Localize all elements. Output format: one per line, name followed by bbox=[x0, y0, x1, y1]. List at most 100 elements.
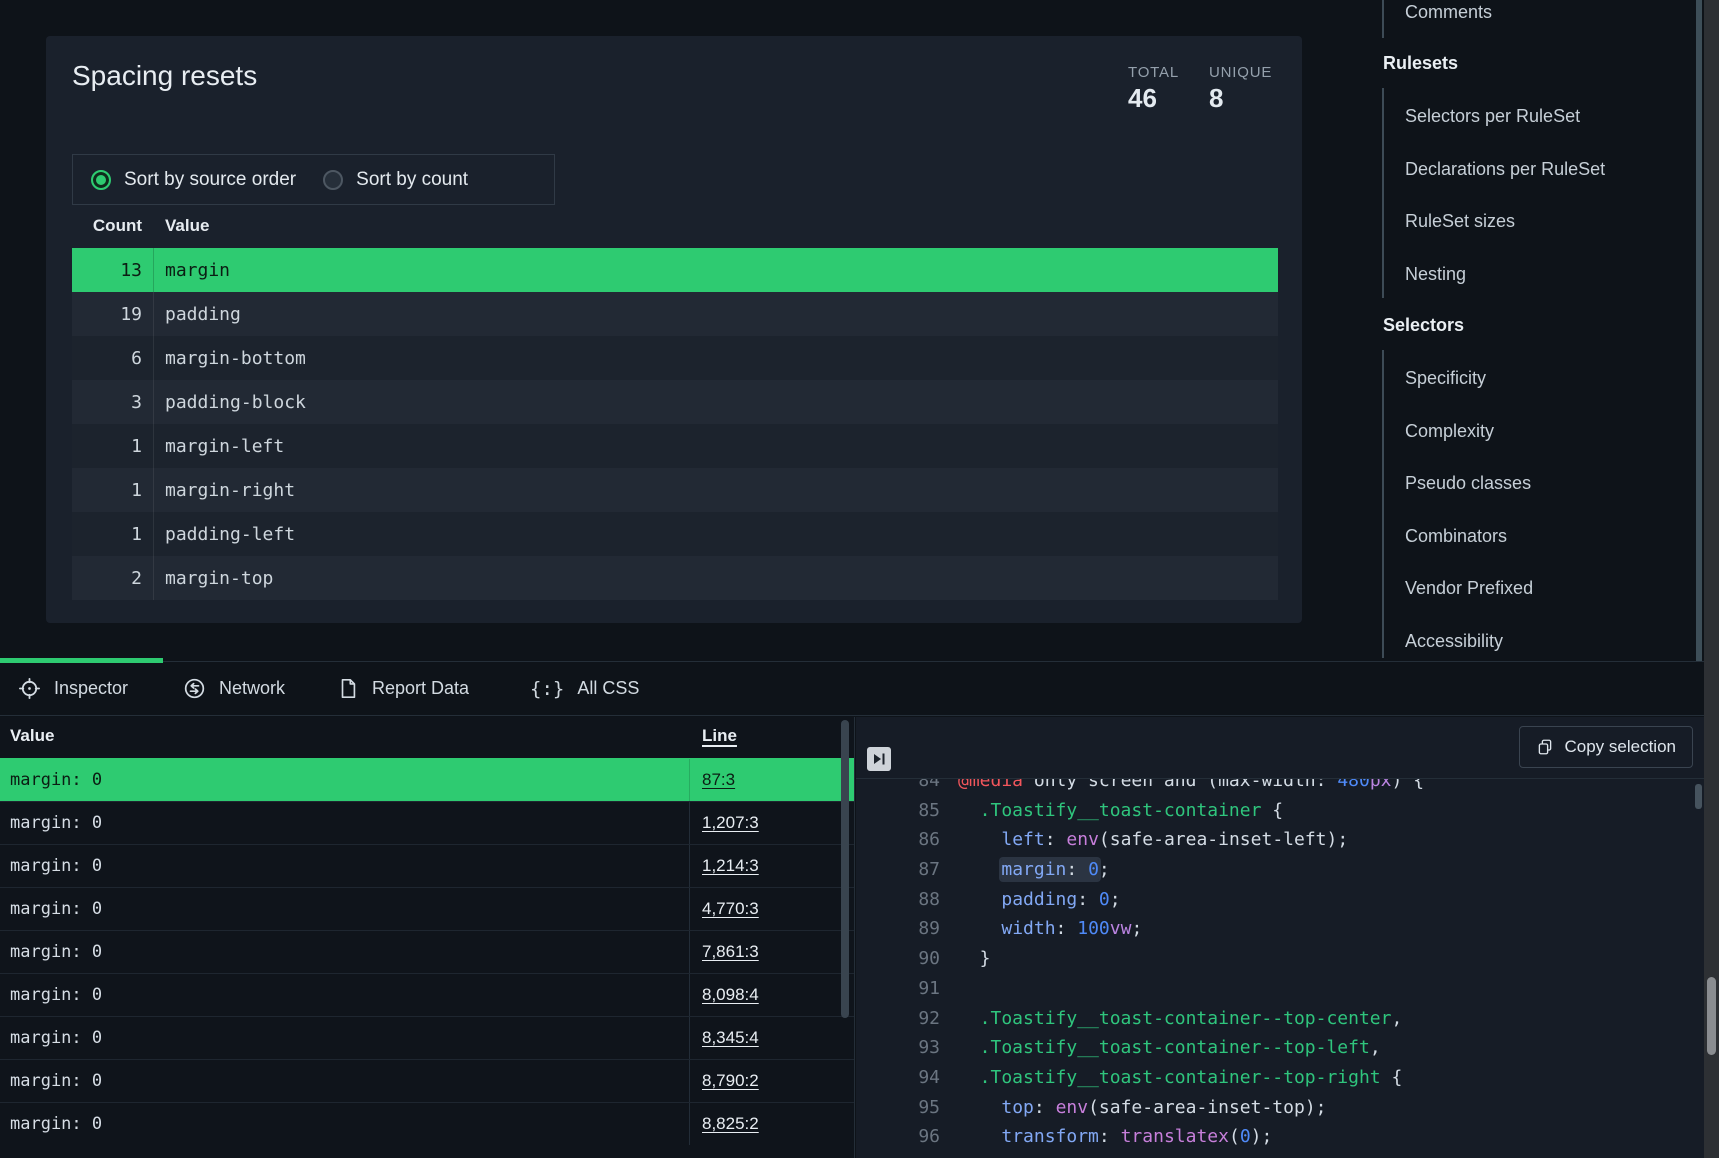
sidebar-item-vendor-prefixed[interactable]: Vendor Prefixed bbox=[1405, 576, 1533, 600]
inspector-row[interactable]: margin: 08,790:2 bbox=[0, 1059, 854, 1102]
braces-icon: {:} bbox=[530, 678, 564, 700]
line-number: 87 bbox=[856, 855, 940, 885]
sidebar-item-declarations-per-ruleset[interactable]: Declarations per RuleSet bbox=[1405, 157, 1605, 181]
table-row[interactable]: 6margin-bottom bbox=[72, 336, 1278, 380]
network-icon bbox=[183, 677, 206, 700]
line-number: 92 bbox=[856, 1004, 940, 1034]
inspector-row[interactable]: margin: 01,214:3 bbox=[0, 844, 854, 887]
declaration-text: margin: 0 bbox=[10, 1103, 102, 1145]
stat-unique-value: 8 bbox=[1209, 83, 1272, 114]
inspector-row[interactable]: margin: 0 8,345:4 bbox=[0, 1016, 854, 1059]
line-link[interactable]: 8,345:4 bbox=[702, 1028, 759, 1048]
sidebar-item-ruleset-sizes[interactable]: RuleSet sizes bbox=[1405, 209, 1515, 233]
code-line: 90 } bbox=[856, 944, 1719, 974]
sort-by-source-order-label: Sort by source order bbox=[124, 169, 296, 191]
inspector-results-panel: Value Line margin: 087:3margin: 01,207:3… bbox=[0, 717, 855, 1158]
declaration-text: margin: 0 bbox=[10, 759, 102, 801]
code-line: 93 .Toastify__toast-container--top-left, bbox=[856, 1033, 1719, 1063]
app-root: Spacing resets TOTAL 46 UNIQUE 8 Sort by… bbox=[0, 0, 1719, 1158]
line-cell: 8,790:2 bbox=[689, 1060, 759, 1102]
table-row[interactable]: 3padding-block bbox=[72, 380, 1278, 424]
inspector-scrollbar[interactable] bbox=[841, 720, 849, 1018]
line-cell: 87:3 bbox=[689, 759, 735, 801]
table-row[interactable]: 2 margin-top bbox=[72, 556, 1278, 600]
table-row[interactable]: 1 margin-right bbox=[72, 468, 1278, 512]
line-link[interactable]: 1,207:3 bbox=[702, 813, 759, 833]
sort-by-count-option[interactable]: Sort by count bbox=[323, 169, 468, 191]
expand-panel-icon[interactable] bbox=[867, 747, 891, 771]
row-count: 1 bbox=[72, 480, 142, 501]
code-line: 91 bbox=[856, 974, 1719, 1004]
sidebar-item-complexity[interactable]: Complexity bbox=[1405, 419, 1494, 443]
inspector-row[interactable]: margin: 04,770:3 bbox=[0, 887, 854, 930]
inspector-row[interactable]: margin: 08,098:4 bbox=[0, 973, 854, 1016]
tab-inspector[interactable]: Inspector bbox=[18, 662, 128, 715]
radio-icon[interactable] bbox=[323, 170, 343, 190]
tab-network[interactable]: Network bbox=[183, 662, 285, 715]
inspector-row[interactable]: margin: 0 8,825:2 bbox=[0, 1102, 854, 1145]
inspector-row[interactable]: margin: 01,207:3 bbox=[0, 801, 854, 844]
radio-icon[interactable] bbox=[91, 170, 111, 190]
code-scroll-area[interactable]: 84@media only screen and (max-width: 480… bbox=[856, 779, 1719, 1158]
code-line: 84@media only screen and (max-width: 480… bbox=[856, 779, 1719, 796]
code-text: margin: 0; bbox=[940, 855, 1110, 885]
inspector-row[interactable]: margin: 07,861:3 bbox=[0, 930, 854, 973]
code-line: 96 transform: translatex(0); bbox=[856, 1122, 1719, 1152]
inspector-table-header: Value Line bbox=[0, 717, 854, 758]
line-link[interactable]: 87:3 bbox=[702, 770, 735, 790]
table-row[interactable]: 13margin bbox=[72, 248, 1278, 292]
table-row[interactable]: 19padding bbox=[72, 292, 1278, 336]
code-text: .Toastify__toast-container--top-left, bbox=[940, 1033, 1381, 1063]
table-row[interactable]: 1padding-left bbox=[72, 512, 1278, 556]
tab-report-data[interactable]: Report Data bbox=[337, 662, 469, 715]
bottom-panel-tabbar: InspectorNetworkReport Data{:}All CSS ✕ bbox=[0, 661, 1719, 716]
sidebar-item-pseudo-classes[interactable]: Pseudo classes bbox=[1405, 471, 1531, 495]
stat-unique: UNIQUE 8 bbox=[1209, 64, 1272, 114]
line-link[interactable]: 8,790:2 bbox=[702, 1071, 759, 1091]
line-link[interactable]: 4,770:3 bbox=[702, 899, 759, 919]
sidebar-item-nesting[interactable]: Nesting bbox=[1405, 262, 1466, 286]
code-text: padding: 0; bbox=[940, 885, 1121, 915]
line-link[interactable]: 7,861:3 bbox=[702, 942, 759, 962]
line-number: 93 bbox=[856, 1033, 940, 1063]
line-number: 89 bbox=[856, 914, 940, 944]
sidebar-section-selectors: Selectors bbox=[1383, 312, 1464, 338]
line-link[interactable]: 8,098:4 bbox=[702, 985, 759, 1005]
sidebar-item-specificity[interactable]: Specificity bbox=[1405, 366, 1486, 390]
sidebar-item-comments[interactable]: Comments bbox=[1405, 0, 1492, 24]
code-text: .Toastify__toast-container { bbox=[940, 796, 1283, 826]
row-value: padding bbox=[154, 304, 241, 325]
sidebar-item-accessibility[interactable]: Accessibility bbox=[1405, 629, 1503, 653]
sidebar-item-combinators[interactable]: Combinators bbox=[1405, 524, 1507, 548]
code-line: 89 width: 100vw; bbox=[856, 914, 1719, 944]
count-column-header: Count bbox=[72, 216, 142, 236]
inspector-line-header[interactable]: Line bbox=[702, 726, 737, 746]
row-count: 2 bbox=[72, 568, 142, 589]
row-count: 13 bbox=[72, 260, 142, 281]
code-panel-scrollbar[interactable] bbox=[1695, 784, 1702, 809]
code-text: @media only screen and (max-width: 480px… bbox=[940, 779, 1424, 796]
sort-by-source-order-option[interactable]: Sort by source order bbox=[91, 169, 296, 191]
code-viewer-panel: Copy selection 84@media only screen and … bbox=[856, 717, 1719, 1158]
row-value: margin-right bbox=[154, 480, 295, 501]
line-number: 84 bbox=[856, 779, 940, 796]
sidebar-item-selectors-per-ruleset[interactable]: Selectors per RuleSet bbox=[1405, 104, 1580, 128]
page-scrollbar-thumb[interactable] bbox=[1707, 977, 1716, 1055]
line-cell: 8,825:2 bbox=[689, 1103, 759, 1145]
sort-radio-group: Sort by source order Sort by count bbox=[72, 154, 555, 205]
code-line: 86 left: env(safe-area-inset-left); bbox=[856, 825, 1719, 855]
line-link[interactable]: 8,825:2 bbox=[702, 1114, 759, 1134]
declaration-text: margin: 0 bbox=[10, 1017, 102, 1059]
code-text: transform: translatex(0); bbox=[940, 1122, 1272, 1152]
sidebar-scrollbar[interactable] bbox=[1696, 0, 1702, 661]
inspector-row[interactable]: margin: 0 87:3 bbox=[0, 758, 854, 801]
row-value: margin-top bbox=[154, 568, 273, 589]
line-number: 85 bbox=[856, 796, 940, 826]
tab-all-css[interactable]: {:}All CSS bbox=[530, 662, 639, 715]
code-text: width: 100vw; bbox=[940, 914, 1142, 944]
copy-selection-button[interactable]: Copy selection bbox=[1519, 726, 1693, 768]
line-link[interactable]: 1,214:3 bbox=[702, 856, 759, 876]
code-line: 87 margin: 0; bbox=[856, 855, 1719, 885]
table-row[interactable]: 1margin-left bbox=[72, 424, 1278, 468]
row-value: padding-left bbox=[154, 524, 295, 545]
